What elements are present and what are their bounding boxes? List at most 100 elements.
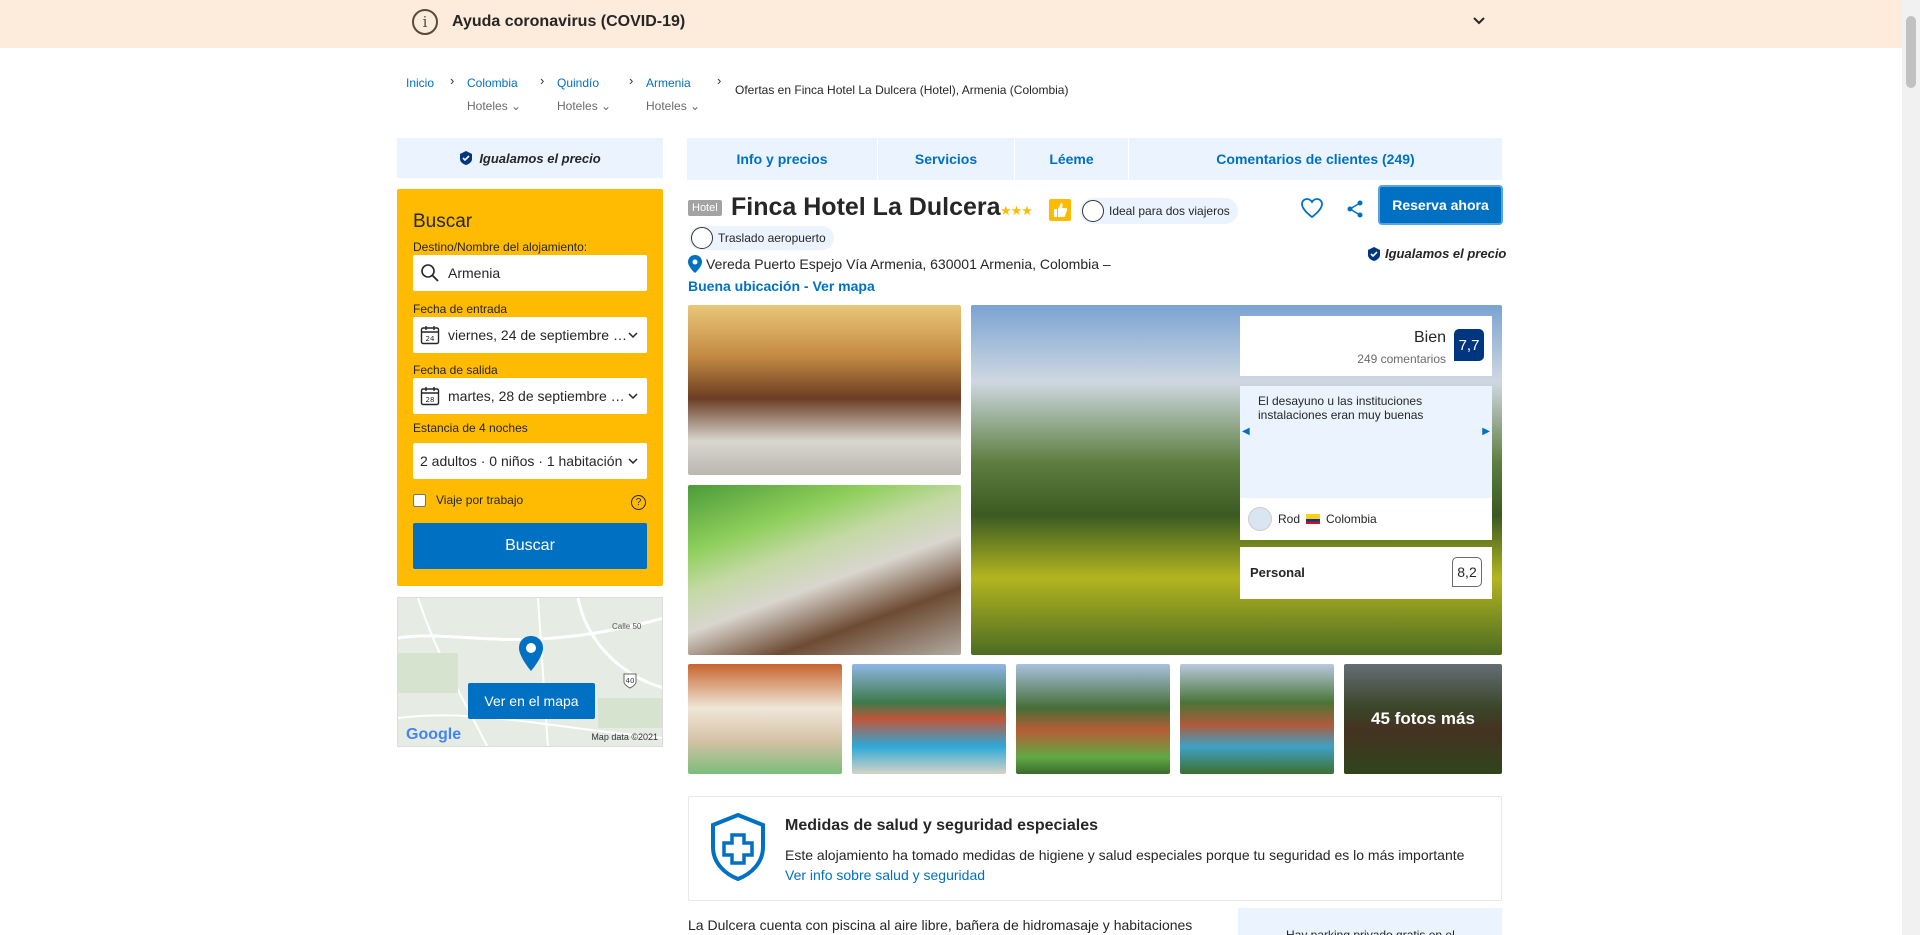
chevron-right-icon: › <box>717 73 722 88</box>
parking-note: Hay parking privado gratis en el <box>1238 908 1502 935</box>
health-description: Este alojamiento ha tomado medidas de hi… <box>785 847 1465 863</box>
hotel-name: Finca Hotel La Dulcera <box>731 193 1001 221</box>
guests-select[interactable]: 2 adultos · 0 niños · 1 habitación <box>413 443 647 479</box>
badge-check-icon <box>1368 246 1380 261</box>
airport-transfer-badge: Traslado aeropuerto <box>689 226 834 250</box>
shield-plus-icon <box>711 813 765 881</box>
chevron-down-icon[interactable] <box>1470 12 1488 30</box>
reserve-now-button[interactable]: Reserva ahora <box>1380 187 1501 223</box>
tab-services[interactable]: Servicios <box>878 138 1015 180</box>
author-country: Colombia <box>1326 512 1377 526</box>
review-quote: El desayuno u las instituciones instalac… <box>1258 394 1424 423</box>
review-score: 7,7 <box>1454 329 1484 361</box>
info-icon: i <box>412 9 438 35</box>
location-map-link[interactable]: Buena ubicación - Ver mapa <box>688 278 875 294</box>
price-match-text: Igualamos el precio <box>1385 246 1507 261</box>
tab-read-me[interactable]: Léeme <box>1015 138 1129 180</box>
photo-more[interactable]: 45 fotos más <box>1344 664 1502 774</box>
review-count: 249 comentarios <box>1357 352 1446 366</box>
property-type-badge: Hotel <box>688 200 722 216</box>
breadcrumb-quindio[interactable]: Quindío Hoteles ⌄ <box>557 76 611 113</box>
search-title: Buscar <box>413 211 473 232</box>
photo-room[interactable] <box>688 664 842 774</box>
hotel-description: La Dulcera cuenta con piscina al aire li… <box>688 917 1193 933</box>
breadcrumb-colombia[interactable]: Colombia Hoteles ⌄ <box>467 76 521 113</box>
transfer-label: Traslado aeropuerto <box>718 231 826 245</box>
chevron-down-icon <box>628 458 638 465</box>
ideal-for-two-badge: Ideal para dos viajeros <box>1080 198 1238 224</box>
price-match-label: Igualamos el precio <box>479 150 601 166</box>
work-trip-checkbox[interactable]: Viaje por trabajo <box>413 493 523 507</box>
chevron-right-icon: › <box>450 73 455 88</box>
review-carousel: ◀ El desayuno u las instituciones instal… <box>1240 386 1492 540</box>
heart-icon[interactable] <box>1300 197 1324 219</box>
mini-map[interactable]: Calle 50 40 Ver en el mapa Google Map da… <box>397 597 663 747</box>
calendar-icon: 28 <box>420 387 440 406</box>
tab-info-prices[interactable]: Info y precios <box>687 138 878 180</box>
chevron-down-icon <box>628 332 638 339</box>
hotel-address: Vereda Puerto Espejo Vía Armenia, 630001… <box>688 255 1111 273</box>
health-info-link[interactable]: Ver info sobre salud y seguridad <box>785 867 985 883</box>
star-rating: ★★★ <box>1000 203 1033 218</box>
couple-icon <box>1082 200 1104 222</box>
checkout-field[interactable]: 28 martes, 28 de septiembre de 2021 <box>413 378 647 414</box>
chevron-right-icon: › <box>629 73 634 88</box>
google-logo: Google <box>406 726 462 743</box>
shuttle-icon <box>691 227 713 249</box>
photo-garden-view[interactable] <box>1016 664 1170 774</box>
breadcrumb-armenia[interactable]: Armenia Hoteles ⌄ <box>646 76 700 113</box>
review-author: Rod Colombia <box>1240 498 1492 540</box>
search-panel: Buscar Destino/Nombre del alojamiento: A… <box>397 189 663 586</box>
checkbox[interactable] <box>413 493 426 507</box>
staff-score: 8,2 <box>1452 557 1482 587</box>
price-match-banner[interactable]: Igualamos el precio <box>397 138 663 178</box>
colombia-flag-icon <box>1306 514 1321 524</box>
covid-banner[interactable]: i Ayuda coronavirus (COVID-19) <box>0 0 1902 48</box>
scrollbar-thumb[interactable] <box>1906 16 1916 88</box>
photo-restaurant[interactable] <box>688 485 961 655</box>
hotel-tabs: Info y precios Servicios Léeme Comentari… <box>687 138 1502 180</box>
avatar <box>1248 507 1272 531</box>
scrollbar[interactable] <box>1902 0 1920 935</box>
breadcrumb-current: Ofertas en Finca Hotel La Dulcera (Hotel… <box>735 83 1069 97</box>
help-icon[interactable]: ? <box>631 495 646 510</box>
destination-label: Destino/Nombre del alojamiento: <box>413 240 588 254</box>
carousel-prev-icon[interactable]: ◀ <box>1242 426 1250 437</box>
health-title: Medidas de salud y seguridad especiales <box>785 817 1099 834</box>
stay-length: Estancia de 4 noches <box>413 421 528 435</box>
tab-reviews[interactable]: Comentarios de clientes (249) <box>1129 138 1502 180</box>
share-icon[interactable] <box>1345 199 1365 219</box>
review-score-card[interactable]: Bien 249 comentarios 7,7 <box>1240 316 1492 376</box>
destination-value: Armenia <box>448 265 501 281</box>
photo-dining-terrace[interactable] <box>688 305 961 475</box>
map-data-label: Map data ©2021 <box>591 732 658 742</box>
search-button[interactable]: Buscar <box>413 523 647 569</box>
search-icon <box>421 264 439 282</box>
checkout-value: martes, 28 de septiembre de 2021 <box>448 388 627 404</box>
svg-text:40: 40 <box>626 677 635 685</box>
badge-check-icon <box>460 151 473 165</box>
breadcrumb-inicio[interactable]: Inicio <box>406 76 434 90</box>
checkin-value: viernes, 24 de septiembre de 2021 <box>448 327 627 343</box>
carousel-next-icon[interactable]: ▶ <box>1482 426 1490 437</box>
guests-value: 2 adultos · 0 niños · 1 habitación <box>420 453 623 469</box>
chevron-down-icon <box>628 393 638 400</box>
staff-score-card: Personal 8,2 <box>1240 547 1492 599</box>
view-map-button[interactable]: Ver en el mapa <box>468 683 595 719</box>
price-match-label-right[interactable]: Igualamos el precio <box>1367 246 1506 261</box>
svg-text:24: 24 <box>426 335 435 343</box>
photo-pool[interactable] <box>852 664 1006 774</box>
covid-title: Ayuda coronavirus (COVID-19) <box>452 13 686 30</box>
health-safety-box: Medidas de salud y seguridad especiales … <box>688 796 1502 901</box>
work-trip-label: Viaje por trabajo <box>436 493 524 507</box>
calendar-icon: 24 <box>420 326 440 345</box>
destination-input[interactable]: Armenia <box>413 255 647 291</box>
score-label: Bien <box>1413 329 1446 346</box>
road-label: Calle 50 <box>612 622 642 631</box>
author-name: Rod <box>1278 512 1301 526</box>
address-text: Vereda Puerto Espejo Vía Armenia, 630001… <box>706 256 1111 272</box>
checkin-field[interactable]: 24 viernes, 24 de septiembre de 2021 <box>413 317 647 353</box>
map-pin-icon <box>519 636 543 671</box>
photo-pool-aerial[interactable] <box>1180 664 1334 774</box>
checkout-label: Fecha de salida <box>413 363 498 377</box>
